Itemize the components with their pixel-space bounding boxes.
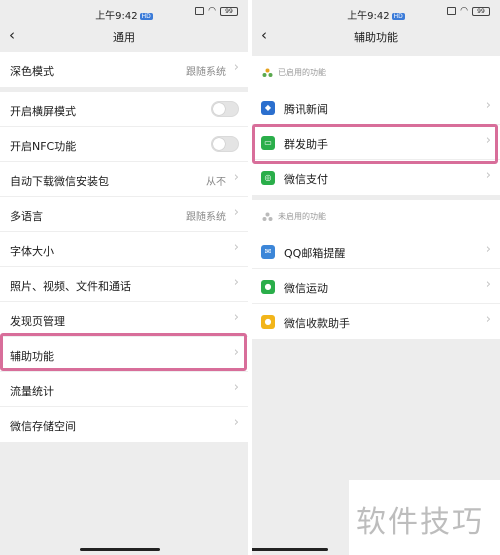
settings-row-language[interactable]: 多语言 跟随系统 › (0, 197, 248, 232)
feature-row-wechat-sport[interactable]: ● 微信运动 › (252, 269, 500, 304)
settings-row-nfc[interactable]: 开启NFC功能 (0, 127, 248, 162)
chevron-right-icon: › (485, 98, 491, 113)
people-icon (262, 68, 273, 77)
feature-row-tencent-news[interactable]: ◆ 腾讯新闻 › (252, 90, 500, 125)
row-label: 深色模式 (10, 65, 54, 78)
row-value: 跟随系统 (186, 67, 226, 78)
mail-icon: ✉ (261, 245, 275, 259)
accessibility-screen: 上午9:42 HD ◠ 99 ‹ 辅助功能 已启用的功能 ◆ 腾讯新闻 › ▭ 群… (252, 0, 500, 555)
settings-row-data-usage[interactable]: 流量统计 › (0, 372, 248, 407)
row-label: QQ邮箱提醒 (284, 247, 346, 260)
chevron-right-icon: › (485, 242, 491, 257)
row-label: 照片、视频、文件和通话 (10, 280, 131, 293)
chevron-right-icon: › (233, 205, 239, 220)
chevron-right-icon: › (233, 310, 239, 325)
row-label: 开启横屏模式 (10, 105, 76, 118)
network-badge: HD (391, 13, 405, 20)
sim-icon (195, 7, 205, 15)
row-value: 从不 (206, 177, 226, 188)
row-label: 微信运动 (284, 282, 328, 295)
general-settings-screen: 上午9:42 HD ◠ 99 ‹ 通用 深色模式 跟随系统 › 开启横屏模式 开启… (0, 0, 248, 555)
chevron-right-icon: › (233, 345, 239, 360)
settings-row-dark-mode[interactable]: 深色模式 跟随系统 › (0, 52, 248, 87)
chevron-right-icon: › (485, 277, 491, 292)
feature-row-wechat-pay[interactable]: ◎ 微信支付 › (252, 160, 500, 195)
enabled-features-list: ◆ 腾讯新闻 › ▭ 群发助手 › ◎ 微信支付 › (252, 90, 500, 195)
row-label: 微信存储空间 (10, 420, 76, 433)
row-label: 字体大小 (10, 245, 54, 258)
settings-row-landscape[interactable]: 开启横屏模式 (0, 92, 248, 127)
feature-row-broadcast[interactable]: ▭ 群发助手 › (252, 125, 500, 160)
chevron-right-icon: › (233, 380, 239, 395)
row-value: 跟随系统 (186, 212, 226, 223)
enabled-section-header: 已启用的功能 (252, 56, 500, 90)
feature-row-payment-assistant[interactable]: ● 微信收款助手 › (252, 304, 500, 339)
feature-row-qq-mail[interactable]: ✉ QQ邮箱提醒 › (252, 234, 500, 269)
settings-row-discover[interactable]: 发现页管理 › (0, 302, 248, 337)
home-indicator (252, 548, 328, 551)
wechat-pay-icon: ◎ (261, 171, 275, 185)
chevron-right-icon: › (233, 170, 239, 185)
nav-bar: ‹ 通用 (0, 24, 248, 48)
row-label: 多语言 (10, 210, 43, 223)
settings-row-font-size[interactable]: 字体大小 › (0, 232, 248, 267)
row-label: 微信收款助手 (284, 317, 350, 330)
page-title: 通用 (113, 31, 135, 44)
page-title: 辅助功能 (354, 31, 398, 44)
row-label: 群发助手 (284, 138, 328, 151)
disabled-features-list: ✉ QQ邮箱提醒 › ● 微信运动 › ● 微信收款助手 › (252, 234, 500, 339)
battery-icon: 99 (472, 6, 490, 16)
watermark: 软件技巧 (349, 480, 500, 555)
network-badge: HD (139, 13, 153, 20)
row-label: 发现页管理 (10, 315, 65, 328)
status-time: 上午9:42 (95, 11, 138, 22)
chevron-right-icon: › (233, 415, 239, 430)
broadcast-icon: ▭ (261, 136, 275, 150)
section-title: 未启用的功能 (278, 212, 326, 221)
row-label: 微信支付 (284, 173, 328, 186)
chevron-right-icon: › (233, 60, 239, 75)
landscape-toggle[interactable] (211, 101, 239, 117)
row-label: 流量统计 (10, 385, 54, 398)
status-bar: 上午9:42 HD ◠ 99 (0, 0, 248, 24)
payment-assistant-icon: ● (261, 315, 275, 329)
wifi-icon: ◠ (208, 6, 216, 16)
disabled-section-header: 未启用的功能 (252, 200, 500, 234)
status-bar: 上午9:42 HD ◠ 99 (252, 0, 500, 24)
home-indicator (80, 548, 160, 551)
sim-icon (447, 7, 457, 15)
row-label: 自动下载微信安装包 (10, 175, 109, 188)
wifi-icon: ◠ (460, 6, 468, 16)
chevron-right-icon: › (233, 240, 239, 255)
status-time: 上午9:42 (347, 11, 390, 22)
chevron-right-icon: › (485, 312, 491, 327)
battery-icon: 99 (220, 6, 238, 16)
toggle-knob (213, 138, 225, 150)
row-label: 辅助功能 (10, 350, 54, 363)
chevron-right-icon: › (233, 275, 239, 290)
dark-mode-group: 深色模式 跟随系统 › (0, 52, 248, 87)
nav-bar: ‹ 辅助功能 (252, 24, 500, 48)
news-icon: ◆ (261, 101, 275, 115)
settings-row-media[interactable]: 照片、视频、文件和通话 › (0, 267, 248, 302)
settings-row-auto-download[interactable]: 自动下载微信安装包 从不 › (0, 162, 248, 197)
settings-row-storage[interactable]: 微信存储空间 › (0, 407, 248, 442)
section-title: 已启用的功能 (278, 68, 326, 77)
chevron-right-icon: › (485, 133, 491, 148)
people-grey-icon (262, 212, 273, 221)
general-settings-list: 开启横屏模式 开启NFC功能 自动下载微信安装包 从不 › 多语言 跟随系统 ›… (0, 92, 248, 442)
chevron-right-icon: › (485, 168, 491, 183)
row-label: 开启NFC功能 (10, 140, 77, 153)
nfc-toggle[interactable] (211, 136, 239, 152)
sport-icon: ● (261, 280, 275, 294)
settings-row-accessibility[interactable]: 辅助功能 › (0, 337, 248, 372)
toggle-knob (213, 103, 225, 115)
row-label: 腾讯新闻 (284, 103, 328, 116)
